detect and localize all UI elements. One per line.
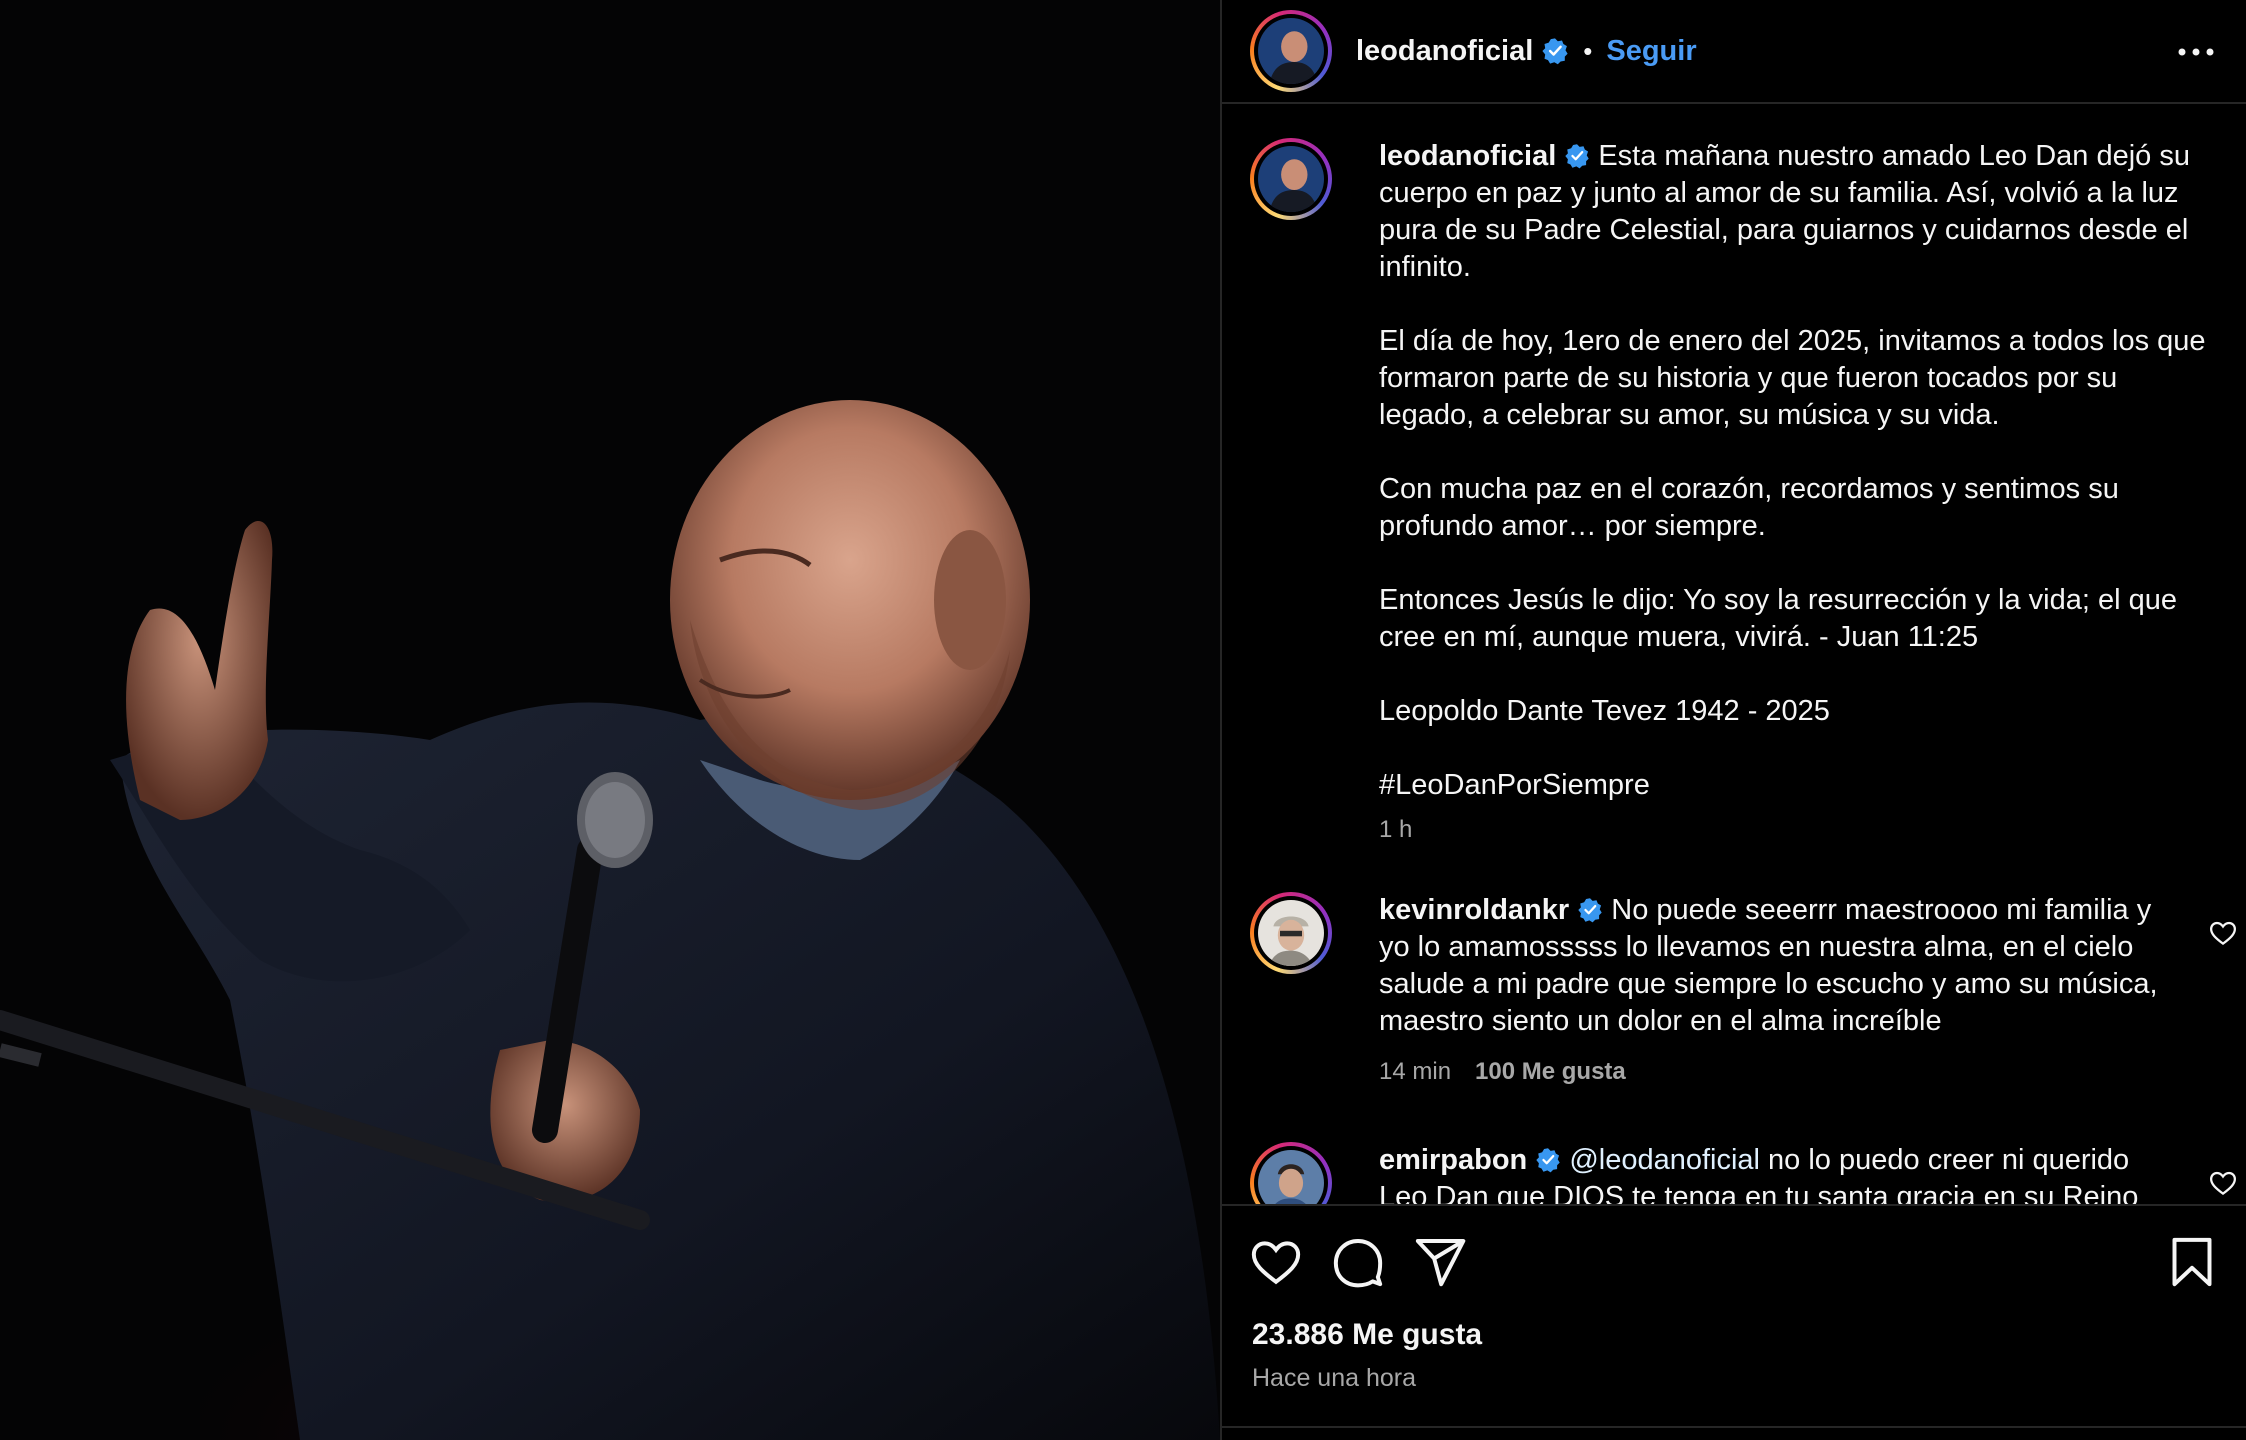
divider [1222, 1426, 2246, 1428]
post-photo[interactable] [0, 0, 1220, 1440]
likes-count[interactable]: 23.886 Me gusta [1252, 1318, 1482, 1352]
caption-time: 1 h [1379, 816, 1413, 843]
caption-avatar[interactable] [1250, 138, 1332, 220]
avatar-image [1258, 146, 1324, 212]
heart-icon[interactable] [1248, 1234, 1304, 1290]
comments-scroll-area[interactable]: leodanoficial Esta mañana nuestro amado … [1222, 106, 2246, 1204]
comment-like-heart-icon[interactable] [2208, 1168, 2238, 1198]
avatar-image [1258, 18, 1324, 84]
comment-time: 14 min [1379, 1058, 1452, 1085]
caption-paragraph: El día de hoy, 1ero de enero del 2025, i… [1379, 325, 2206, 431]
verified-badge-icon [1535, 1147, 1561, 1173]
instagram-post-view: leodanoficial • Seguir leodanoficial Est… [0, 0, 2246, 1440]
caption-paragraph: Con mucha paz en el corazón, recordamos … [1379, 473, 2119, 542]
header-avatar[interactable] [1250, 10, 1332, 92]
verified-badge-icon [1541, 37, 1569, 65]
bookmark-icon[interactable] [2164, 1234, 2220, 1290]
post-timestamp[interactable]: Hace una hora [1252, 1364, 1416, 1393]
comment-username[interactable]: kevinroldankr [1379, 894, 1569, 926]
caption-body: leodanoficial Esta mañana nuestro amado … [1379, 138, 2209, 844]
avatar-image [1258, 900, 1324, 966]
header-separator: • [1583, 35, 1593, 66]
avatar-image [1258, 1150, 1324, 1204]
follow-button[interactable]: Seguir [1606, 35, 1696, 68]
comment-avatar[interactable] [1250, 892, 1332, 974]
caption-hashtag[interactable]: #LeoDanPorSiempre [1379, 767, 2209, 804]
post-sidebar: leodanoficial • Seguir leodanoficial Est… [1220, 0, 2246, 1440]
post-header: leodanoficial • Seguir [1222, 0, 2246, 104]
post-actions-bar: 23.886 Me gusta Hace una hora [1222, 1204, 2246, 1440]
comment-username[interactable]: emirpabon [1379, 1144, 1527, 1176]
caption-username[interactable]: leodanoficial [1379, 140, 1556, 172]
comment-body: emirpabon @leodanoficial no lo puedo cre… [1379, 1142, 2209, 1204]
caption-paragraph: Entonces Jesús le dijo: Yo soy la resurr… [1379, 584, 2177, 653]
comment-likes[interactable]: 100 Me gusta [1475, 1058, 1626, 1085]
comment-body: kevinroldankr No puede seeerrr maestrooo… [1379, 892, 2209, 1086]
caption-paragraph: Leopoldo Dante Tevez 1942 - 2025 [1379, 695, 1830, 727]
comment-mention[interactable]: @leodanoficial [1569, 1144, 1760, 1176]
photo-man-with-microphone [0, 0, 1220, 1440]
verified-badge-icon [1577, 897, 1603, 923]
share-icon[interactable] [1412, 1234, 1468, 1290]
comment-like-heart-icon[interactable] [2208, 918, 2238, 948]
verified-badge-icon [1564, 143, 1590, 169]
more-options-icon[interactable] [2174, 30, 2218, 74]
comment-avatar[interactable] [1250, 1142, 1332, 1204]
comment-icon[interactable] [1330, 1234, 1386, 1290]
header-username[interactable]: leodanoficial [1356, 35, 1533, 68]
